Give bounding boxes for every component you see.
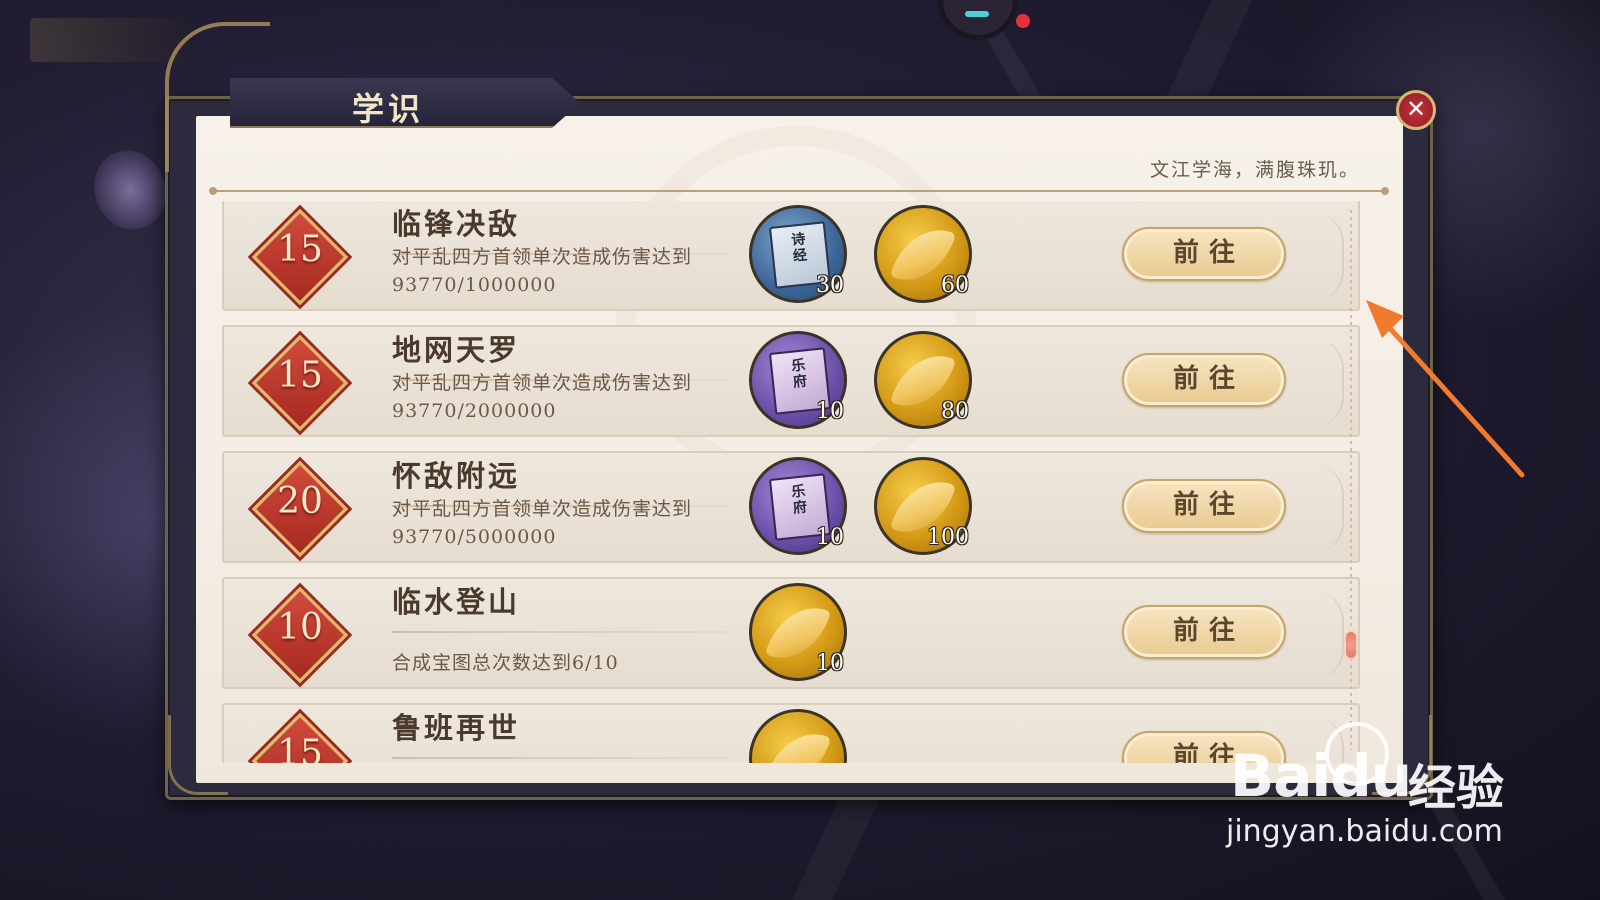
level-badge: 15 (251, 712, 349, 763)
task-description: 对平乱四方首领单次造成伤害达到93770/5000000 (392, 498, 693, 548)
notification-dot (1016, 14, 1030, 28)
corner-ornament-bottom-left (168, 715, 228, 795)
reward-count: 80 (941, 399, 969, 424)
title-underline (392, 631, 727, 633)
task-row: 15 临锋决敌对平乱四方首领单次造成伤害达到93770/1000000 诗经 30 60… (222, 201, 1360, 311)
book-title: 诗经 (790, 231, 808, 265)
go-button[interactable]: 前往 (1122, 479, 1286, 533)
task-title: 临锋决敌 (392, 207, 521, 241)
watermark-url: jingyan.baidu.com (1226, 814, 1503, 849)
golden-quill-icon[interactable]: 60 (874, 205, 972, 303)
yuefu-book-icon[interactable]: 乐府 10 (749, 331, 847, 429)
task-description: 合成宝图总次数达到6/10 (392, 652, 619, 674)
panel-title: 学识 (352, 90, 425, 128)
task-title: 鲁班再世 (392, 711, 521, 745)
go-button[interactable]: 前往 (1122, 227, 1286, 281)
task-row: 20 怀敌附远对平乱四方首领单次造成伤害达到93770/5000000 乐府 10 10… (222, 451, 1360, 563)
task-description: 对平乱四方首领单次造成伤害达到93770/2000000 (392, 372, 693, 422)
golden-quill-icon[interactable] (749, 709, 847, 763)
reward-count: 60 (941, 273, 969, 298)
butterfly-decoration (83, 140, 177, 240)
row-end-ornament (1314, 591, 1344, 679)
header-divider (209, 187, 1389, 195)
go-button[interactable]: 前往 (1122, 605, 1286, 659)
level-badge: 20 (251, 460, 349, 558)
row-end-ornament (1314, 465, 1344, 553)
level-badge-number: 15 (277, 355, 323, 396)
reward-count: 100 (927, 525, 969, 550)
task-list[interactable]: 15 临锋决敌对平乱四方首领单次造成伤害达到93770/1000000 诗经 30 60… (222, 201, 1362, 763)
task-row: 15 地网天罗对平乱四方首领单次造成伤害达到93770/2000000 乐府 10 80… (222, 325, 1360, 437)
golden-quill-icon[interactable]: 10 (749, 583, 847, 681)
task-title: 地网天罗 (392, 333, 521, 367)
background-title-plaque (30, 18, 190, 62)
go-button[interactable]: 前往 (1122, 353, 1286, 407)
level-badge-number: 10 (277, 607, 323, 648)
row-end-ornament (1314, 339, 1344, 427)
scrollbar-thumb[interactable] (1344, 630, 1358, 660)
level-badge: 15 (251, 208, 349, 306)
quill-shape (764, 721, 832, 763)
task-title: 怀敌附远 (392, 459, 521, 493)
yuefu-book-icon[interactable]: 乐府 10 (749, 457, 847, 555)
task-row: 10 临水登山合成宝图总次数达到6/10 10 前往 (222, 577, 1360, 689)
reward-count: 10 (816, 525, 844, 550)
reward-count: 10 (816, 399, 844, 424)
close-button[interactable]: ✕ (1396, 90, 1436, 130)
baidu-watermark: Baidu 经验 jingyan.baidu.com (1226, 722, 1560, 862)
book-title: 乐府 (790, 483, 808, 517)
level-badge: 15 (251, 334, 349, 432)
reward-count: 10 (816, 651, 844, 676)
golden-quill-icon[interactable]: 80 (874, 331, 972, 429)
watermark-name: 经验 (1408, 760, 1505, 816)
level-badge-number: 20 (277, 481, 323, 522)
task-description: 对平乱四方首领单次造成伤害达到93770/1000000 (392, 246, 693, 296)
shijing-book-icon[interactable]: 诗经 30 (749, 205, 847, 303)
golden-quill-icon[interactable]: 100 (874, 457, 972, 555)
level-badge: 10 (251, 586, 349, 684)
level-badge-number: 15 (277, 733, 323, 763)
task-row: 15 鲁班再世 前往 (222, 703, 1360, 763)
task-title: 临水登山 (392, 585, 521, 619)
title-underline (392, 757, 727, 759)
panel-subtitle: 文江学海，满腹珠玑。 (1150, 159, 1361, 181)
row-end-ornament (1314, 213, 1344, 301)
book-title: 乐府 (790, 357, 808, 391)
reward-count: 30 (816, 273, 844, 298)
scrollbar-track[interactable] (1350, 210, 1352, 750)
close-icon: ✕ (1405, 95, 1427, 123)
level-badge-number: 15 (277, 229, 323, 270)
top-gauge-icon (938, 0, 1018, 40)
watermark-logo: Baidu (1230, 742, 1412, 810)
